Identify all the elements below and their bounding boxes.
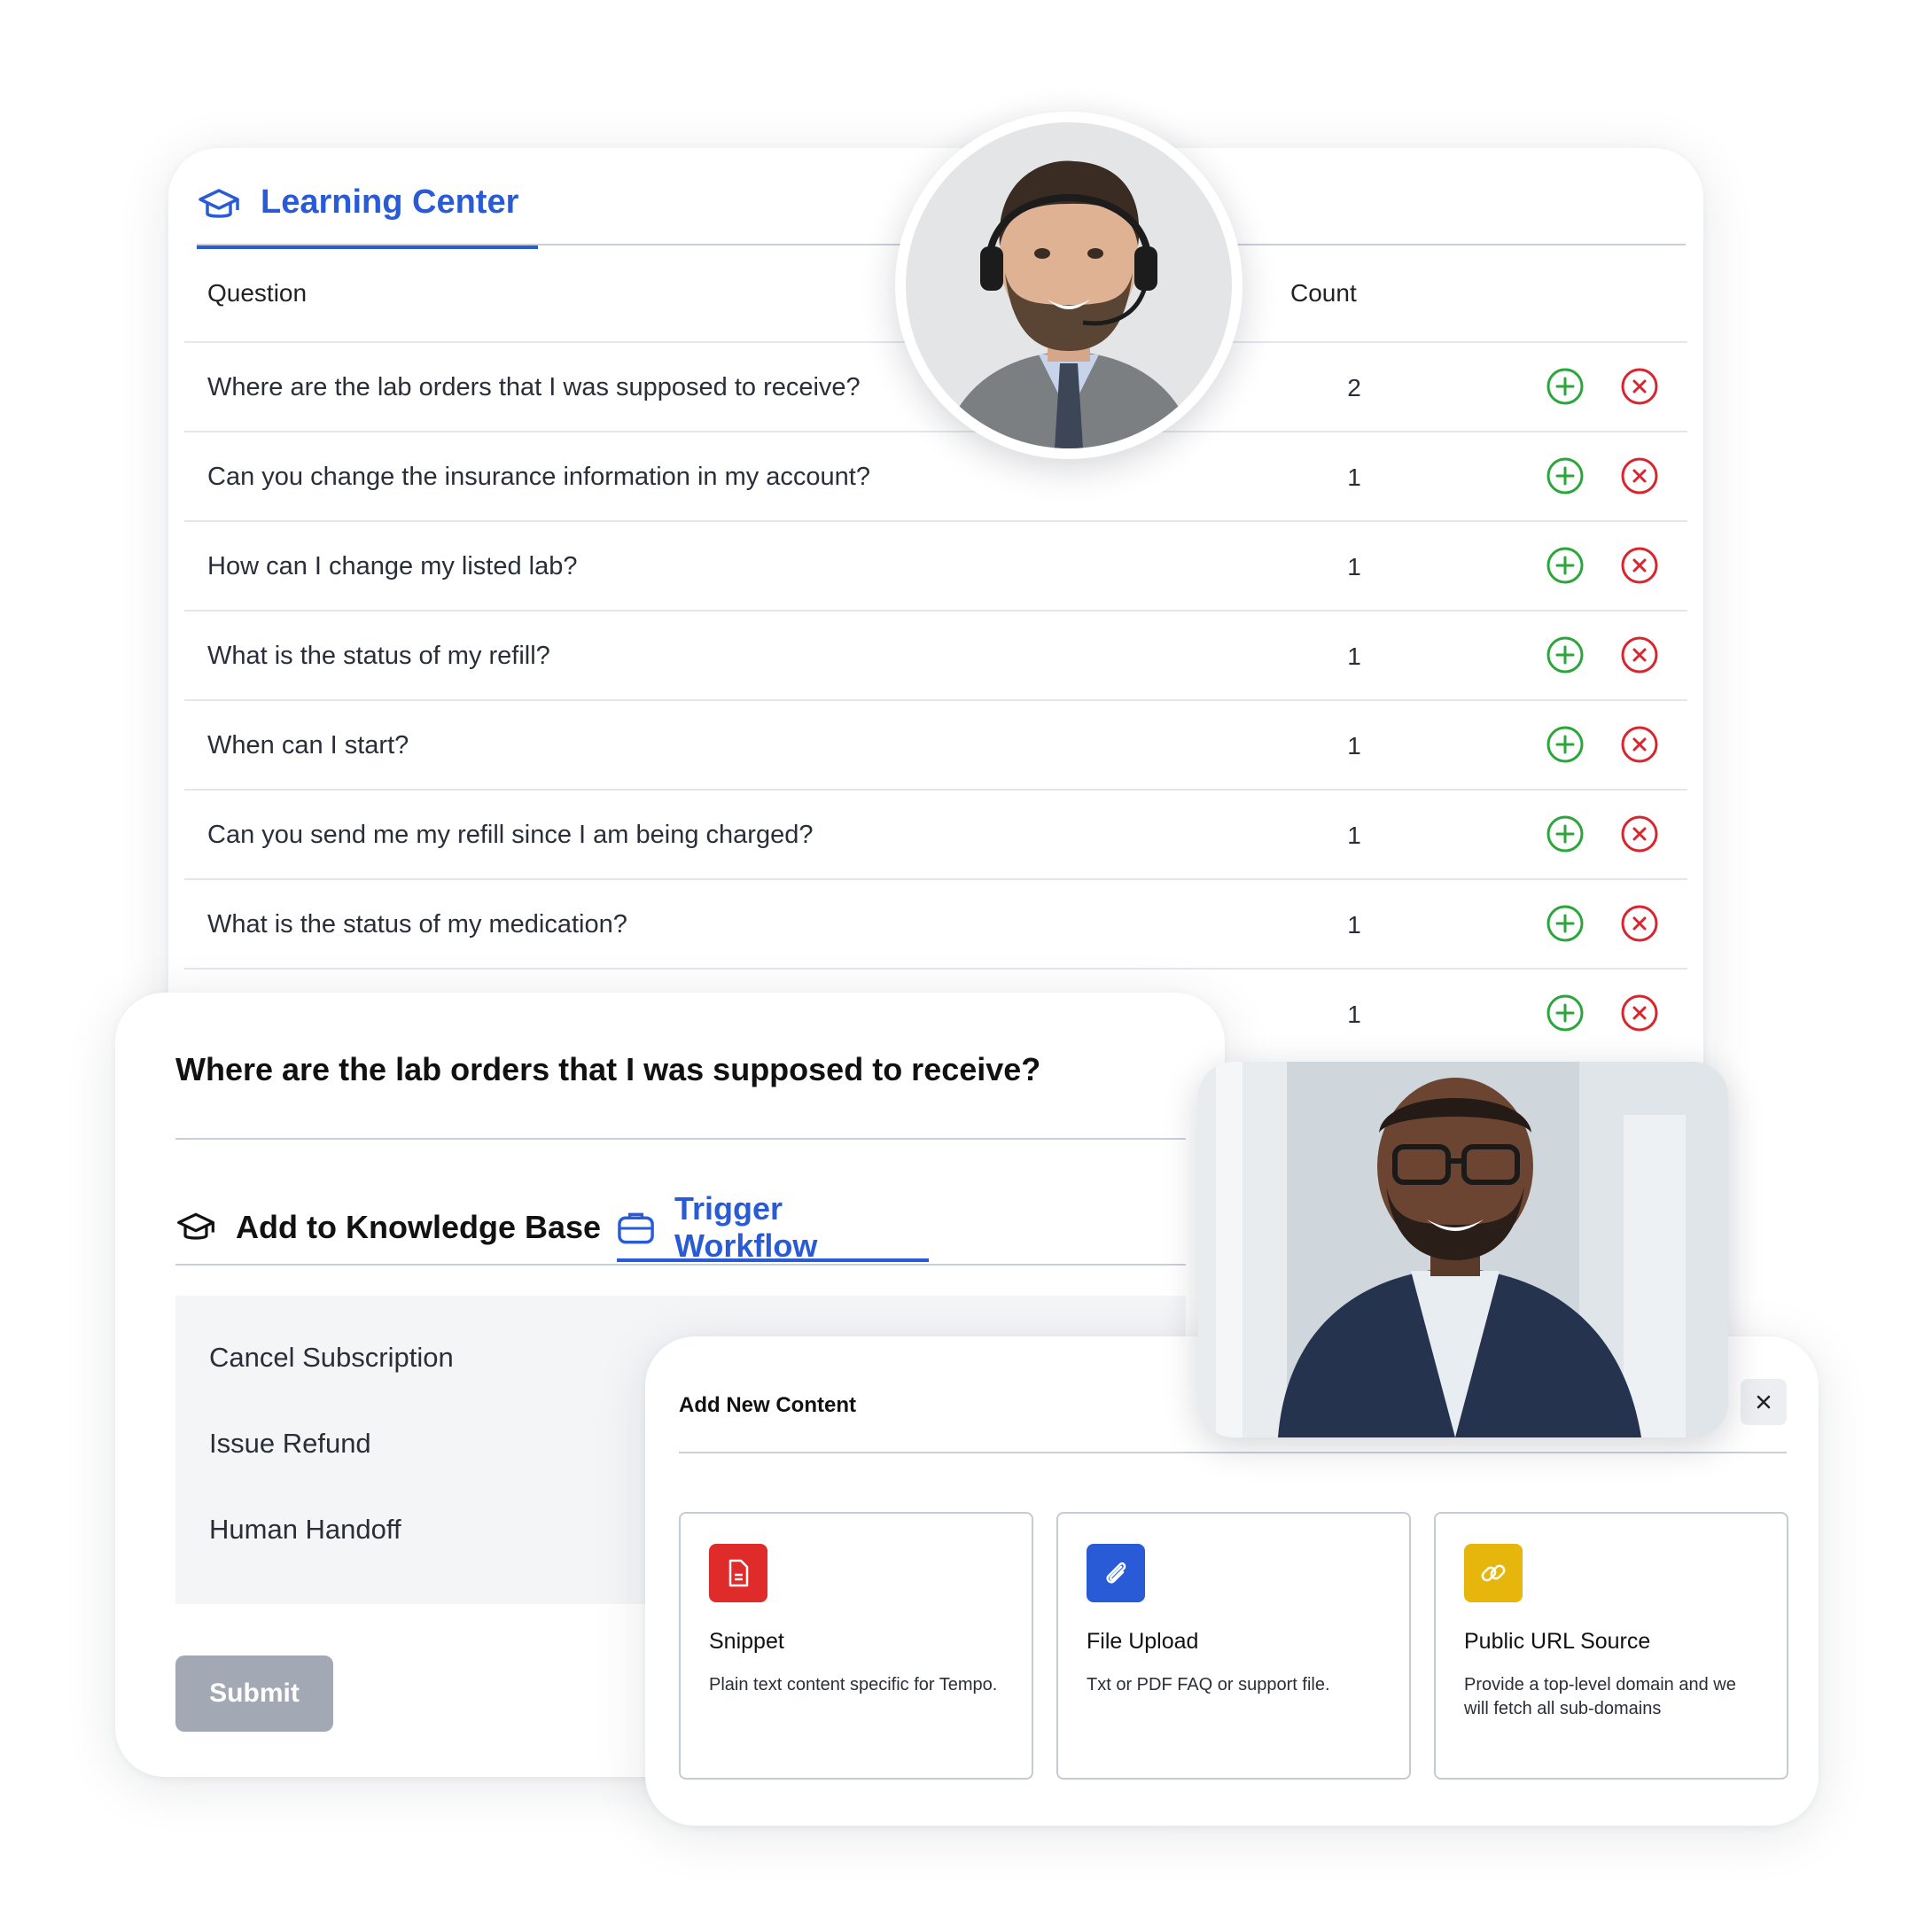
table-row: When can I start? 1 (184, 699, 1687, 791)
question-text: Can you send me my refill since I am bei… (207, 821, 814, 849)
tab-add-to-knowledge-base[interactable]: Add to Knowledge Base (175, 1196, 601, 1258)
add-circle-icon[interactable] (1546, 814, 1585, 853)
workflow-option[interactable]: Issue Refund (209, 1428, 371, 1460)
table-row: Can you send me my refill since I am bei… (184, 789, 1687, 880)
paperclip-icon (1087, 1544, 1145, 1602)
option-public-url-source[interactable]: Public URL Source Provide a top-level do… (1434, 1512, 1788, 1780)
option-name: File Upload (1087, 1629, 1199, 1654)
submit-button[interactable]: Submit (175, 1655, 333, 1732)
option-file-upload[interactable]: File Upload Txt or PDF FAQ or support fi… (1056, 1512, 1411, 1780)
question-count: 2 (1347, 374, 1361, 401)
close-icon (1757, 1395, 1771, 1409)
detail-tabs: Add to Knowledge Base Trigger Workflow (175, 1190, 1186, 1266)
title-divider (175, 1138, 1186, 1140)
column-header-count: Count (1290, 279, 1357, 307)
briefcase-icon (618, 1212, 654, 1244)
panel-title: Add New Content (679, 1393, 856, 1417)
table-row: What is the status of my refill? 1 (184, 610, 1687, 701)
question-count: 1 (1347, 1001, 1361, 1028)
graduation-cap-icon (177, 1212, 214, 1240)
tab-label: Learning Center (261, 183, 519, 221)
remove-circle-icon[interactable] (1620, 993, 1659, 1032)
graduation-cap-icon (199, 189, 239, 218)
close-button[interactable] (1741, 1379, 1787, 1425)
option-name: Snippet (709, 1629, 784, 1654)
question-count: 1 (1347, 822, 1361, 849)
add-circle-icon[interactable] (1546, 904, 1585, 943)
question-text: How can I change my listed lab? (207, 552, 578, 580)
document-icon (709, 1544, 767, 1602)
remove-circle-icon[interactable] (1620, 904, 1659, 943)
option-description: Txt or PDF FAQ or support file. (1087, 1675, 1330, 1694)
remove-circle-icon[interactable] (1620, 725, 1659, 764)
question-title: Where are the lab orders that I was supp… (175, 1051, 1041, 1087)
table-row: Can you change the insurance information… (184, 431, 1687, 522)
link-icon (1464, 1544, 1523, 1602)
workflow-option[interactable]: Human Handoff (209, 1514, 401, 1546)
support-agent-avatar (895, 112, 1243, 459)
question-count: 1 (1347, 464, 1361, 491)
question-count: 1 (1347, 911, 1361, 939)
question-count: 1 (1347, 643, 1361, 670)
question-text: What is the status of my medication? (207, 910, 627, 939)
tab-label: Trigger Workflow (674, 1190, 818, 1264)
tab-trigger-workflow[interactable]: Trigger Workflow (617, 1190, 929, 1264)
question-text: Where are the lab orders that I was supp… (207, 373, 861, 401)
table-row: How can I change my listed lab? 1 (184, 520, 1687, 612)
option-name: Public URL Source (1464, 1629, 1651, 1654)
remove-circle-icon[interactable] (1620, 367, 1659, 406)
remove-circle-icon[interactable] (1620, 456, 1659, 495)
option-snippet[interactable]: Snippet Plain text content specific for … (679, 1512, 1033, 1780)
question-count: 1 (1347, 553, 1361, 580)
table-row: What is the status of my medication? 1 (184, 878, 1687, 970)
add-circle-icon[interactable] (1546, 367, 1585, 406)
question-count: 1 (1347, 732, 1361, 760)
business-person-photo (1198, 1062, 1728, 1437)
remove-circle-icon[interactable] (1620, 814, 1659, 853)
question-text: Can you change the insurance information… (207, 463, 870, 491)
workflow-option[interactable]: Cancel Subscription (209, 1342, 454, 1374)
add-circle-icon[interactable] (1546, 635, 1585, 674)
remove-circle-icon[interactable] (1620, 546, 1659, 585)
tab-learning-center[interactable]: Learning Center (197, 183, 538, 249)
question-text: When can I start? (207, 731, 409, 760)
add-circle-icon[interactable] (1546, 725, 1585, 764)
add-circle-icon[interactable] (1546, 993, 1585, 1032)
remove-circle-icon[interactable] (1620, 635, 1659, 674)
question-text: What is the status of my refill? (207, 642, 550, 670)
column-header-question: Question (207, 279, 308, 307)
add-circle-icon[interactable] (1546, 456, 1585, 495)
option-description: Plain text content specific for Tempo. (709, 1675, 998, 1694)
add-circle-icon[interactable] (1546, 546, 1585, 585)
option-description: Provide a top-level domain and we will f… (1464, 1675, 1736, 1718)
tab-label: Add to Knowledge Base (236, 1209, 602, 1245)
panel-divider (679, 1452, 1787, 1453)
